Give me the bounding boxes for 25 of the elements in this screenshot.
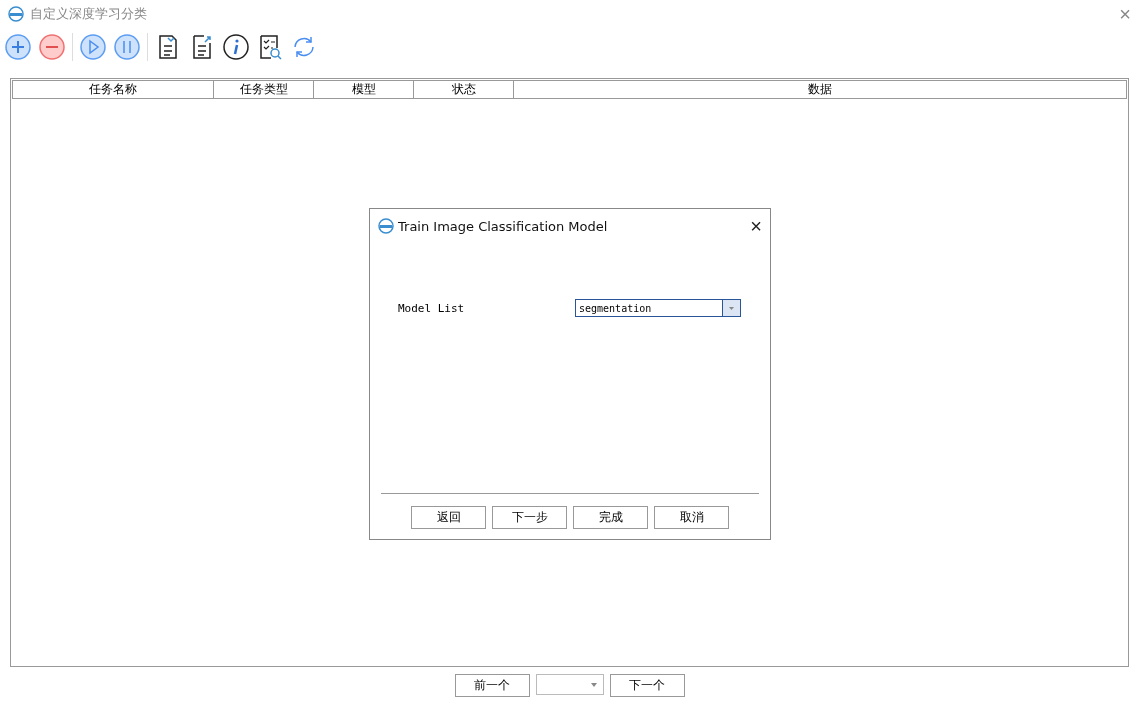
model-list-dropdown[interactable]: segmentation: [575, 299, 741, 317]
info-icon[interactable]: [222, 33, 250, 61]
next-button[interactable]: 下一个: [609, 674, 685, 697]
remove-icon[interactable]: [38, 33, 66, 61]
dialog-button[interactable]: 返回: [411, 506, 486, 529]
logo-icon: [8, 6, 24, 22]
window-title: 自定义深度学习分类: [30, 5, 147, 23]
column-header: 任务名称: [88, 81, 138, 98]
close-button[interactable]: ×: [1119, 4, 1131, 24]
add-icon[interactable]: [4, 33, 32, 61]
dialog-title: Train Image Classification Model: [398, 218, 608, 234]
column-header: 状态: [413, 81, 513, 98]
field-label: Model List: [398, 301, 465, 315]
pause-icon[interactable]: [113, 33, 141, 61]
column-header: 数据: [513, 81, 1126, 98]
dialog-button[interactable]: 完成: [573, 506, 648, 529]
dialog-close-button[interactable]: ×: [750, 216, 762, 236]
play-icon[interactable]: [79, 33, 107, 61]
logo-icon: [378, 218, 394, 234]
dialog-button[interactable]: 下一步: [492, 506, 567, 529]
dialog-button[interactable]: 取消: [654, 506, 729, 529]
column-header: 模型: [313, 81, 413, 98]
caret-icon: [590, 682, 597, 687]
previous-button[interactable]: 前一个: [454, 674, 530, 697]
column-header: 任务类型: [213, 81, 313, 98]
